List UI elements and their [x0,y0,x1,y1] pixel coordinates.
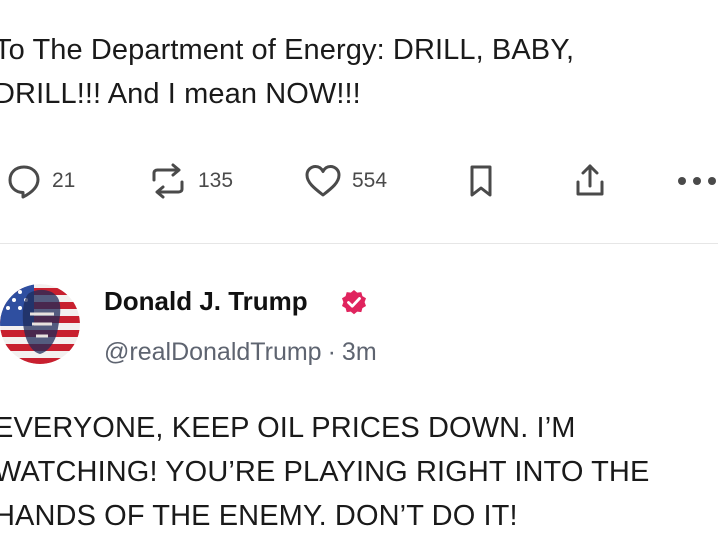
reply-count: 21 [52,169,76,192]
repost-button[interactable]: 135 [148,156,233,206]
like-count: 554 [352,169,388,192]
author-name[interactable]: Donald J. Trump [104,286,308,317]
avatar[interactable] [0,284,80,364]
post-timestamp[interactable]: 3m [342,338,377,366]
post-divider [0,243,718,244]
like-button[interactable]: 554 [304,156,387,206]
repost-arrows-icon [148,163,188,199]
post-text: EVERYONE, KEEP OIL PRICES DOWN. I’M WATC… [0,412,650,532]
share-button[interactable] [572,156,608,206]
more-dots-icon [676,175,718,187]
verified-badge-icon [340,289,368,317]
more-options-button[interactable] [676,156,718,206]
reply-button[interactable]: 21 [6,156,75,206]
bookmark-button[interactable] [466,156,496,206]
post-action-bar: 21 135 554 [0,156,718,206]
share-upload-icon [572,162,608,200]
meta-separator: · [327,338,336,366]
repost-count: 135 [198,169,234,192]
bookmark-icon [466,163,496,199]
speech-bubble-icon [6,163,42,199]
author-handle[interactable]: @realDonaldTrump [104,338,322,366]
author-meta: @realDonaldTrump · 3m [104,338,377,367]
heart-icon [304,163,342,199]
post-text: To The Department of Energy: DRILL, BABY… [0,34,575,110]
